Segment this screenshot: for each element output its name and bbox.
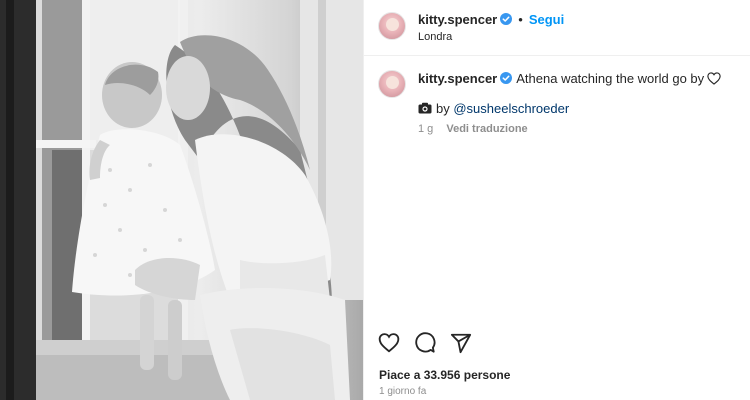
instagram-post: kitty.spencer • Segui Londra kitty.spencer… [0, 0, 750, 400]
caption-text: Athena watching the world go by [516, 71, 705, 86]
woman-face [166, 56, 210, 120]
like-heart-icon[interactable] [378, 332, 400, 354]
caption-line: kitty.spencer Athena watching the world g… [418, 71, 721, 86]
header-user-line: kitty.spencer • Segui [418, 12, 564, 27]
credit-prefix: by [436, 101, 450, 116]
follow-button[interactable]: Segui [529, 12, 564, 27]
credit-mention-link[interactable]: @susheelschroeder [453, 101, 569, 116]
heart-outline-icon [707, 72, 721, 85]
post-side-panel: kitty.spencer • Segui Londra kitty.spencer… [363, 0, 750, 400]
post-photo[interactable] [0, 0, 363, 400]
post-header: kitty.spencer • Segui Londra [364, 0, 750, 56]
verified-badge-icon [500, 13, 513, 25]
see-translation-button[interactable]: Vedi traduzione [446, 123, 527, 135]
baby-leg [140, 295, 154, 370]
caption-avatar[interactable] [378, 70, 406, 98]
likes-count[interactable]: Piace a 33.956 persone [379, 368, 510, 382]
caption-age: 1 g [418, 123, 434, 135]
curtain [0, 0, 36, 400]
action-bar [378, 332, 472, 356]
verified-badge-icon [500, 72, 513, 84]
caption-meta: 1 g Vedi traduzione [418, 123, 528, 135]
post-location[interactable]: Londra [418, 31, 452, 43]
author-avatar[interactable] [378, 12, 406, 40]
separator-dot: • [518, 12, 523, 27]
photo-illustration [0, 0, 363, 400]
post-timestamp[interactable]: 1 giorno fa [379, 386, 426, 397]
caption-username[interactable]: kitty.spencer [418, 71, 497, 86]
camera-icon [418, 102, 432, 114]
author-username[interactable]: kitty.spencer [418, 12, 497, 27]
photo-credit: by @susheelschroeder [418, 101, 569, 116]
comment-icon[interactable] [414, 332, 436, 354]
share-send-icon[interactable] [450, 332, 472, 354]
